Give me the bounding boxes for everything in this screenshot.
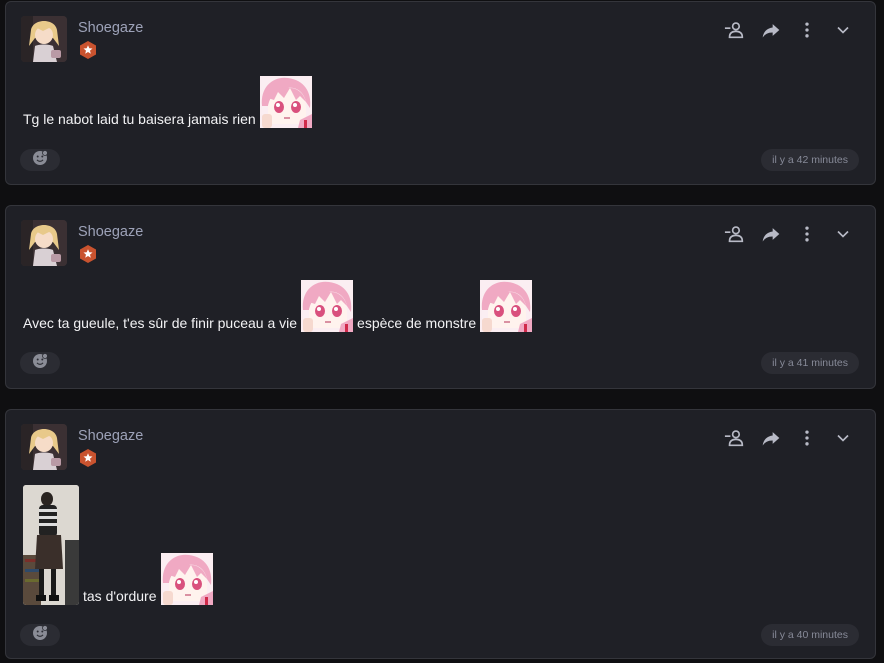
username[interactable]: Shoegaze	[78, 428, 143, 444]
person-remove-icon[interactable]	[717, 18, 753, 42]
post-actions	[717, 426, 861, 450]
more-vertical-icon[interactable]	[789, 426, 825, 450]
smiley-icon	[32, 625, 48, 646]
post-text: tas d'ordure	[83, 588, 157, 604]
timestamp: il y a 42 minutes	[761, 149, 859, 171]
sticker-image	[260, 76, 312, 128]
username[interactable]: Shoegaze	[78, 20, 143, 36]
add-reaction-button[interactable]	[20, 352, 60, 374]
timestamp: il y a 41 minutes	[761, 352, 859, 374]
person-remove-icon[interactable]	[717, 222, 753, 246]
smiley-icon	[32, 150, 48, 171]
post-text: Tg le nabot laid tu baisera jamais rien	[23, 111, 256, 127]
post-body: tas d'ordure	[23, 485, 217, 605]
add-reaction-button[interactable]	[20, 149, 60, 171]
avatar[interactable]	[21, 424, 67, 470]
smiley-icon	[32, 353, 48, 374]
add-reaction-button[interactable]	[20, 624, 60, 646]
post-actions	[717, 18, 861, 42]
post-card: Shoegaze Tg le nabot laid tu baisera jam…	[5, 1, 876, 185]
avatar[interactable]	[21, 220, 67, 266]
share-icon[interactable]	[753, 222, 789, 246]
star-badge-icon	[78, 40, 98, 60]
star-badge-icon	[78, 448, 98, 468]
chevron-down-icon[interactable]	[825, 426, 861, 450]
post-actions	[717, 222, 861, 246]
post-body: Avec ta gueule, t'es sûr de finir puceau…	[23, 280, 536, 332]
post-card: Shoegaze Avec ta gueule, t'es sûr de fin…	[5, 205, 876, 389]
star-badge-icon	[78, 244, 98, 264]
post-card: Shoegaze tas d'ordure il y a 40 minutes	[5, 409, 876, 659]
timestamp: il y a 40 minutes	[761, 624, 859, 646]
post-body: Tg le nabot laid tu baisera jamais rien	[23, 76, 316, 128]
more-vertical-icon[interactable]	[789, 222, 825, 246]
post-text: espèce de monstre	[357, 315, 477, 331]
chevron-down-icon[interactable]	[825, 222, 861, 246]
share-icon[interactable]	[753, 18, 789, 42]
sticker-image	[301, 280, 353, 332]
share-icon[interactable]	[753, 426, 789, 450]
person-remove-icon[interactable]	[717, 426, 753, 450]
attached-photo[interactable]	[23, 485, 79, 605]
sticker-image	[480, 280, 532, 332]
more-vertical-icon[interactable]	[789, 18, 825, 42]
sticker-image	[161, 553, 213, 605]
chevron-down-icon[interactable]	[825, 18, 861, 42]
username[interactable]: Shoegaze	[78, 224, 143, 240]
avatar[interactable]	[21, 16, 67, 62]
post-text: Avec ta gueule, t'es sûr de finir puceau…	[23, 315, 298, 331]
